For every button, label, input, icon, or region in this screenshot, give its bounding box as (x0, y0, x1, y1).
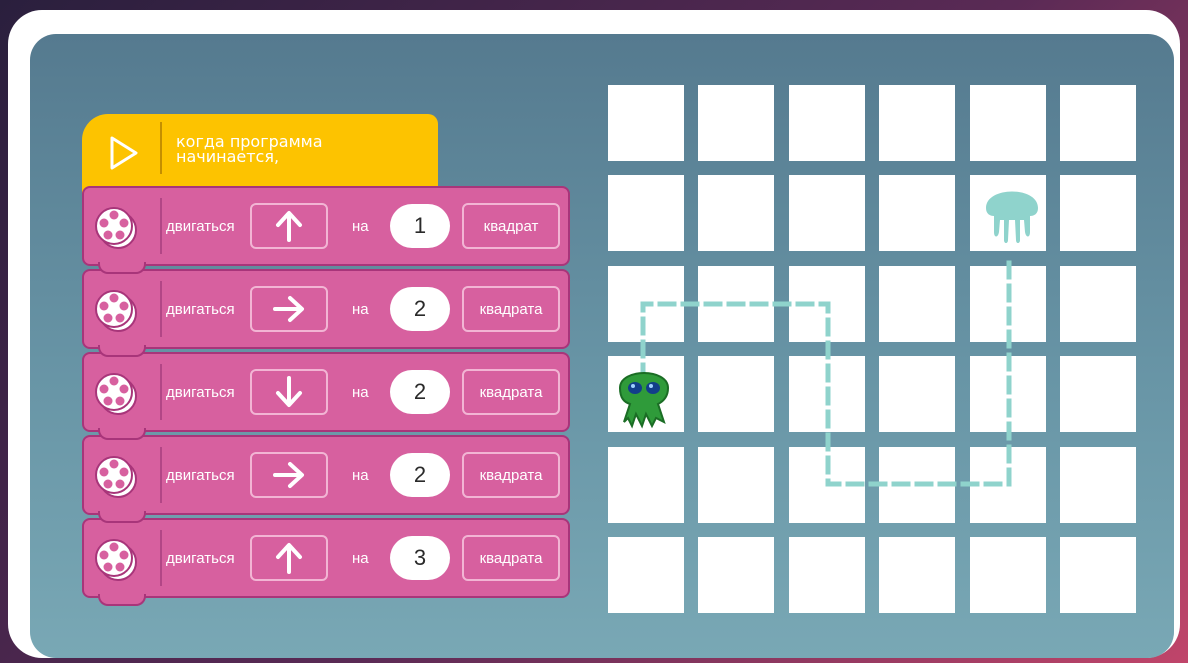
board-cell (698, 356, 775, 433)
unit-selector[interactable]: квадрата (462, 369, 560, 415)
on-label: на (352, 467, 369, 484)
activity-panel: когда программа начинается, двигаться на… (30, 34, 1174, 658)
move-label: двигаться (166, 550, 235, 567)
board-cell (879, 175, 956, 252)
window-frame: когда программа начинается, двигаться на… (8, 10, 1180, 658)
steps-input[interactable]: 1 (390, 204, 450, 248)
board-cell (879, 446, 956, 523)
board-cell (698, 536, 775, 613)
code-stack: двигаться на 1 квадрат двигаться на 2 кв… (82, 186, 570, 606)
move-block-4[interactable]: двигаться на 2 квадрата (82, 435, 570, 523)
direction-selector[interactable] (250, 286, 328, 332)
motor-reel-icon (95, 290, 137, 332)
move-block-1[interactable]: двигаться на 1 квадрат (82, 186, 570, 274)
board-cell (969, 265, 1046, 342)
move-label: двигаться (166, 218, 235, 235)
on-label: на (352, 301, 369, 318)
board-cell (698, 175, 775, 252)
board-cell (1059, 265, 1136, 342)
play-icon[interactable] (102, 132, 144, 174)
board-cell (608, 85, 684, 161)
board-cell (788, 175, 865, 252)
on-label: на (352, 550, 369, 567)
board-cell (788, 265, 865, 342)
board-cell (698, 85, 775, 161)
move-label: двигаться (166, 301, 235, 318)
board-cell (969, 356, 1046, 433)
steps-input[interactable]: 2 (390, 453, 450, 497)
board-cell (879, 265, 956, 342)
board-grid (608, 85, 1136, 613)
arrow-down-icon (276, 376, 302, 407)
start-block-label: когда программа начинается, (176, 132, 323, 166)
board-cell (1059, 356, 1136, 433)
block-divider (160, 447, 162, 503)
move-label: двигаться (166, 384, 235, 401)
board-cell (969, 85, 1046, 161)
board-cell (879, 536, 956, 613)
block-divider (160, 364, 162, 420)
arrow-right-icon (273, 462, 304, 488)
when-program-starts-block[interactable]: когда программа начинается, (82, 114, 438, 197)
arrow-up-icon (276, 211, 302, 242)
board-cell (698, 446, 775, 523)
direction-selector[interactable] (250, 369, 328, 415)
motor-reel-icon (95, 373, 137, 415)
motor-reel-icon (95, 207, 137, 249)
on-label: на (352, 218, 369, 235)
move-block-2[interactable]: двигаться на 2 квадрата (82, 269, 570, 357)
green-octopus-icon (618, 372, 670, 429)
board-cell (788, 85, 865, 161)
board-cell (608, 265, 684, 342)
jellyfish-icon (986, 191, 1038, 243)
board-cell (788, 536, 865, 613)
unit-selector[interactable]: квадрат (462, 203, 560, 249)
move-label: двигаться (166, 467, 235, 484)
unit-selector[interactable]: квадрата (462, 286, 560, 332)
move-block-3[interactable]: двигаться на 2 квадрата (82, 352, 570, 440)
move-block-5[interactable]: двигаться на 3 квадрата (82, 518, 570, 606)
board-cell (1059, 536, 1136, 613)
motor-reel-icon (95, 456, 137, 498)
motor-reel-icon (95, 539, 137, 581)
steps-input[interactable]: 3 (390, 536, 450, 580)
board-cell (879, 356, 956, 433)
board-cell (608, 175, 684, 252)
block-divider (160, 198, 162, 254)
board-cell (879, 85, 956, 161)
board-cell (969, 446, 1046, 523)
board-cell (1059, 175, 1136, 252)
board-cell (698, 265, 775, 342)
direction-selector[interactable] (250, 452, 328, 498)
block-divider (160, 530, 162, 586)
unit-selector[interactable]: квадрата (462, 535, 560, 581)
board-cell (1059, 85, 1136, 161)
direction-selector[interactable] (250, 203, 328, 249)
unit-selector[interactable]: квадрата (462, 452, 560, 498)
board-cell (608, 536, 684, 613)
on-label: на (352, 384, 369, 401)
direction-selector[interactable] (250, 535, 328, 581)
steps-input[interactable]: 2 (390, 287, 450, 331)
board-cell (788, 356, 865, 433)
board-cell (788, 446, 865, 523)
board-cell (608, 446, 684, 523)
board-cell (969, 536, 1046, 613)
block-divider (160, 281, 162, 337)
arrow-up-icon (276, 543, 302, 574)
arrow-right-icon (273, 296, 304, 322)
hat-divider (160, 122, 162, 174)
board-cell (1059, 446, 1136, 523)
steps-input[interactable]: 2 (390, 370, 450, 414)
